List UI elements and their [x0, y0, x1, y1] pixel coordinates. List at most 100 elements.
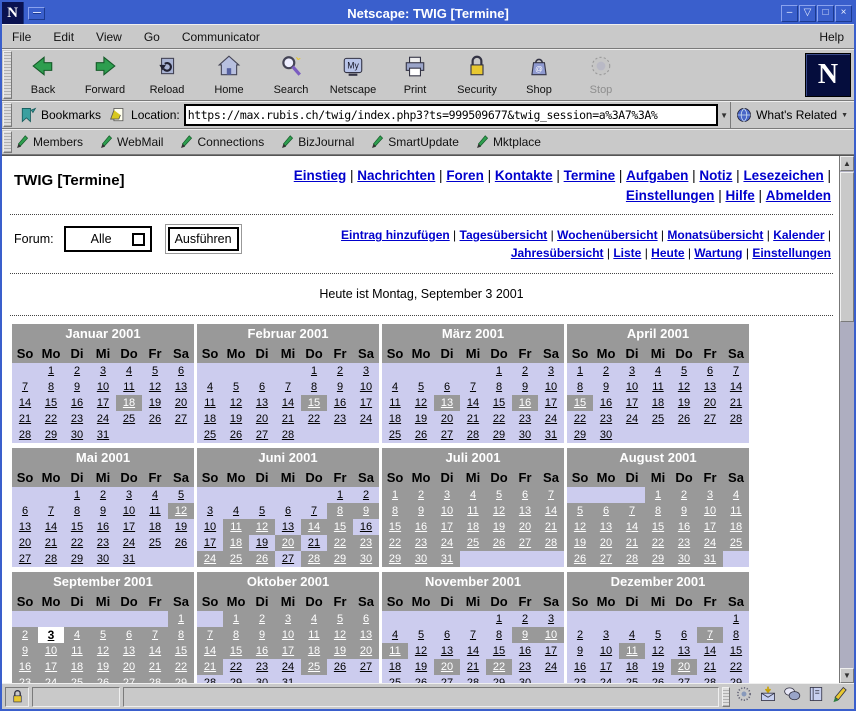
calendar-day-link[interactable]: 25 — [467, 537, 479, 549]
calendar-day-link[interactable]: 3 — [548, 613, 554, 625]
calendar-day-link[interactable]: 19 — [256, 537, 268, 549]
calendar-day-link[interactable]: 19 — [493, 521, 505, 533]
calendar-day-link[interactable]: 15 — [308, 397, 320, 409]
calendar-day-link[interactable]: 4 — [470, 489, 476, 501]
calendar-day-link[interactable]: 26 — [334, 661, 346, 673]
calendar-day-link[interactable]: 21 — [308, 537, 320, 549]
calendar-day-link[interactable]: 7 — [207, 629, 213, 641]
calendar-day-link[interactable]: 4 — [655, 365, 661, 377]
calendar-day-link[interactable]: 18 — [626, 661, 638, 673]
calendar-day-link[interactable]: 17 — [360, 397, 372, 409]
url-history-dropdown[interactable]: ▼ — [718, 104, 730, 126]
calendar-day-link[interactable]: 3 — [629, 365, 635, 377]
calendar-day-link[interactable]: 7 — [48, 505, 54, 517]
calendar-day-link[interactable]: 11 — [389, 397, 400, 409]
calendar-day-link[interactable]: 6 — [178, 365, 184, 377]
calendar-day-link[interactable]: 3 — [444, 489, 450, 501]
calendar-day-link[interactable]: 29 — [389, 553, 401, 565]
calendar-day-link[interactable]: 4 — [733, 489, 739, 501]
calendar-day-link[interactable]: 21 — [204, 661, 216, 673]
calendar-day-link[interactable]: 15 — [175, 645, 187, 657]
calendar-day-link[interactable]: 1 — [496, 365, 502, 377]
calendar-day-link[interactable]: 11 — [626, 645, 637, 657]
calendar-day-link[interactable]: 10 — [282, 629, 294, 641]
calendar-day-link[interactable]: 26 — [415, 429, 427, 441]
calendar-day-link[interactable]: 5 — [337, 613, 343, 625]
calendar-day-link[interactable]: 16 — [519, 645, 531, 657]
calendar-day-link[interactable]: 31 — [704, 553, 716, 565]
calendar-day-link[interactable]: 25 — [308, 661, 320, 673]
calendar-day-link[interactable]: 16 — [256, 645, 268, 657]
calendar-day-link[interactable]: 16 — [574, 661, 586, 673]
calendar-day-link[interactable]: 18 — [730, 521, 742, 533]
forward-button[interactable]: Forward — [77, 52, 133, 98]
calendar-day-link[interactable]: 20 — [360, 645, 372, 657]
calendar-day-link[interactable]: 9 — [259, 629, 265, 641]
calendar-day-link[interactable]: 24 — [441, 537, 453, 549]
shade-button[interactable]: ▽ — [799, 5, 816, 22]
calendar-day-link[interactable]: 11 — [308, 629, 319, 641]
calendar-day-link[interactable]: 28 — [467, 429, 479, 441]
vertical-scrollbar[interactable]: ▲ ▼ — [839, 156, 854, 683]
calendar-day-link[interactable]: 1 — [74, 489, 80, 501]
calendar-day-link[interactable]: 9 — [100, 505, 106, 517]
calendar-day-link[interactable]: 19 — [678, 397, 690, 409]
action-link-wochen-bersicht[interactable]: Wochenübersicht — [557, 228, 657, 242]
calendar-day-link[interactable]: 14 — [626, 521, 638, 533]
calendar-day-link[interactable]: 13 — [704, 381, 716, 393]
search-button[interactable]: Search — [263, 52, 319, 98]
calendar-day-link[interactable]: 27 — [175, 413, 187, 425]
nav-link-aufgaben[interactable]: Aufgaben — [626, 168, 688, 183]
calendar-day-link[interactable]: 6 — [444, 381, 450, 393]
calendar-day-link[interactable]: 1 — [337, 489, 343, 501]
calendar-day-link[interactable]: 18 — [204, 413, 216, 425]
bookmark-webmail[interactable]: WebMail — [99, 133, 163, 151]
calendar-day-link[interactable]: 5 — [259, 505, 265, 517]
shop-button[interactable]: @Shop — [511, 52, 567, 98]
calendar-day-link[interactable]: 25 — [730, 537, 742, 549]
calendar-day-link[interactable]: 8 — [577, 381, 583, 393]
calendar-day-link[interactable]: 8 — [733, 629, 739, 641]
menu-help[interactable]: Help — [819, 30, 844, 44]
calendar-day-link[interactable]: 5 — [418, 381, 424, 393]
calendar-day-link[interactable]: 28 — [730, 413, 742, 425]
calendar-day-link[interactable]: 26 — [230, 429, 242, 441]
calendar-day-link[interactable]: 11 — [204, 397, 215, 409]
calendar-day-link[interactable]: 30 — [97, 553, 109, 565]
calendar-day-link[interactable]: 7 — [311, 505, 317, 517]
calendar-day-link[interactable]: 24 — [97, 413, 109, 425]
nav-link-nachrichten[interactable]: Nachrichten — [357, 168, 435, 183]
maximize-button[interactable]: □ — [817, 5, 834, 22]
calendar-day-link[interactable]: 13 — [600, 521, 612, 533]
calendar-day-link[interactable]: 12 — [334, 629, 346, 641]
calendar-day-link[interactable]: 14 — [149, 645, 161, 657]
reload-button[interactable]: Reload — [139, 52, 195, 98]
nav-link-lesezeichen[interactable]: Lesezeichen — [743, 168, 823, 183]
calendar-day-link[interactable]: 17 — [545, 397, 557, 409]
calendar-day-link[interactable]: 10 — [626, 381, 638, 393]
calendar-day-link[interactable]: 10 — [545, 629, 557, 641]
scrollbar-trough[interactable] — [840, 323, 854, 668]
calendar-day-link[interactable]: 1 — [496, 613, 502, 625]
calendar-day-link[interactable]: 5 — [496, 489, 502, 501]
location-bar-grip[interactable] — [3, 103, 12, 127]
calendar-day-link[interactable]: 25 — [230, 553, 242, 565]
calendar-day-link[interactable]: 4 — [207, 381, 213, 393]
calendar-day-link[interactable]: 30 — [71, 429, 83, 441]
calendar-day-link[interactable]: 8 — [655, 505, 661, 517]
calendar-day-link[interactable]: 7 — [152, 629, 158, 641]
calendar-day-link[interactable]: 12 — [230, 397, 242, 409]
forum-select[interactable]: Alle — [64, 226, 152, 252]
calendar-day-link[interactable]: 25 — [389, 429, 401, 441]
calendar-day-link[interactable]: 8 — [233, 629, 239, 641]
calendar-day-link[interactable]: 17 — [545, 645, 557, 657]
calendar-day-link[interactable]: 24 — [704, 537, 716, 549]
print-button[interactable]: Print — [387, 52, 443, 98]
calendar-day-link[interactable]: 3 — [100, 365, 106, 377]
calendar-day-link[interactable]: 5 — [152, 365, 158, 377]
calendar-day-link[interactable]: 17 — [626, 397, 638, 409]
calendar-day-link[interactable]: 27 — [600, 553, 612, 565]
calendar-day-link[interactable]: 20 — [123, 661, 135, 673]
calendar-day-link[interactable]: 10 — [360, 381, 372, 393]
calendar-day-link[interactable]: 15 — [230, 645, 242, 657]
